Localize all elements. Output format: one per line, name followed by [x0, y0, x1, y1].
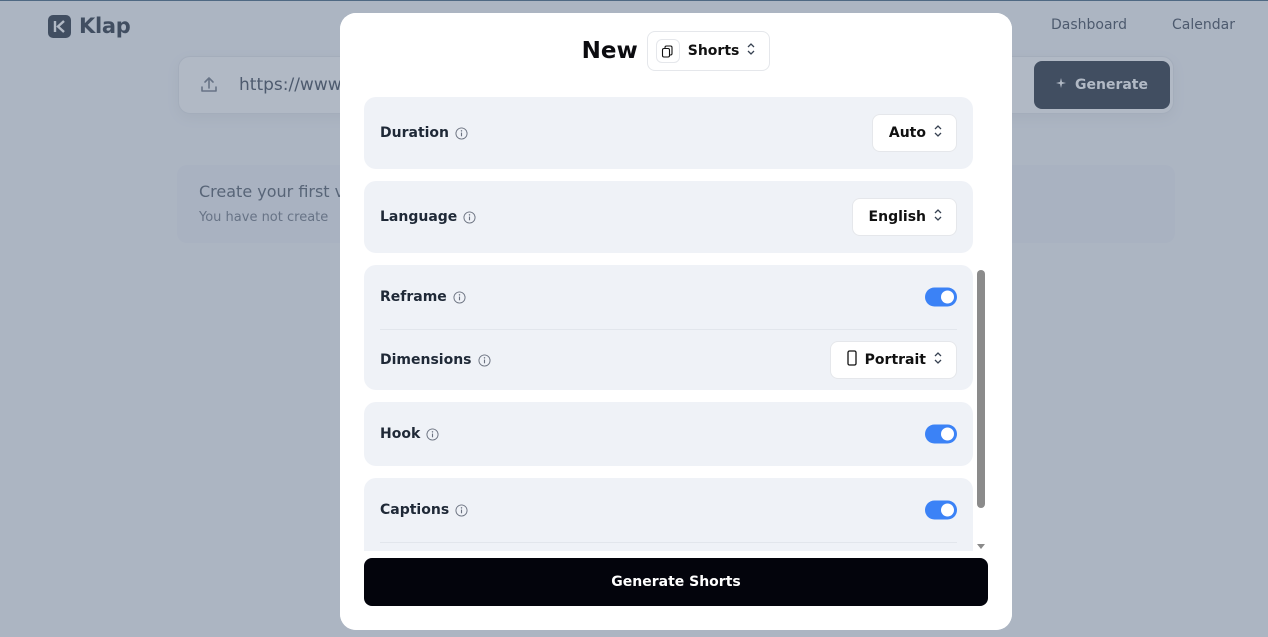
duration-value: Auto	[888, 125, 926, 141]
content-type-select[interactable]: Shorts	[646, 31, 771, 71]
info-icon[interactable]	[463, 210, 476, 224]
dimensions-row: Dimensions Portrait	[364, 330, 973, 390]
info-icon[interactable]	[455, 503, 468, 517]
captions-label: Captions	[380, 502, 450, 518]
language-label: Language	[380, 209, 458, 225]
duration-row: Duration Auto	[364, 101, 973, 165]
language-value: English	[868, 209, 926, 225]
hook-toggle[interactable]	[925, 424, 957, 444]
scrollbar-thumb[interactable]	[977, 270, 985, 508]
new-project-modal: Duration Auto Language English Reframe D…	[340, 13, 1012, 630]
dimensions-label-group: Dimensions	[380, 352, 491, 368]
info-icon[interactable]	[453, 290, 466, 304]
reframe-label: Reframe	[380, 289, 447, 305]
chevron-up-down-icon	[934, 352, 942, 368]
hook-label: Hook	[380, 426, 421, 442]
captions-row: Captions	[364, 478, 973, 542]
duration-label: Duration	[380, 125, 450, 141]
info-icon[interactable]	[455, 126, 468, 140]
scroll-down-arrow-icon[interactable]	[977, 544, 985, 549]
duration-select[interactable]: Auto	[871, 114, 957, 152]
settings-scroll-area[interactable]: Duration Auto Language English Reframe D…	[340, 13, 1012, 630]
info-icon[interactable]	[477, 353, 491, 367]
modal-title: New	[581, 38, 638, 64]
captions-toggle[interactable]	[925, 500, 957, 520]
language-select[interactable]: English	[851, 198, 957, 236]
hook-row: Hook	[364, 402, 973, 466]
dimensions-value: Portrait	[864, 352, 926, 368]
hook-section: Hook	[364, 402, 973, 466]
language-section: Language English	[364, 181, 973, 253]
info-icon[interactable]	[426, 427, 439, 441]
modal-header: New Shorts	[340, 13, 1012, 89]
content-type-value: Shorts	[687, 43, 740, 59]
toggle-knob	[941, 503, 954, 517]
chevron-up-down-icon	[934, 209, 942, 225]
chevron-up-down-icon	[747, 43, 755, 59]
generate-shorts-button[interactable]: Generate Shorts	[364, 558, 988, 606]
portrait-icon	[847, 350, 857, 370]
hook-label-group: Hook	[380, 426, 439, 442]
language-label-group: Language	[380, 209, 476, 225]
language-row: Language English	[364, 185, 973, 249]
duration-label-group: Duration	[380, 125, 468, 141]
toggle-knob	[941, 427, 954, 441]
toggle-knob	[941, 290, 954, 304]
dimensions-label: Dimensions	[380, 352, 472, 368]
reframe-section: Reframe Dimensions Portrait	[364, 265, 973, 390]
generate-shorts-label: Generate Shorts	[611, 574, 741, 590]
reframe-row: Reframe	[364, 265, 973, 329]
captions-label-group: Captions	[380, 502, 468, 518]
divider	[380, 542, 957, 543]
dimensions-select[interactable]: Portrait	[829, 341, 957, 379]
reframe-toggle[interactable]	[925, 287, 957, 307]
chevron-up-down-icon	[934, 125, 942, 141]
copy-clips-icon	[655, 39, 680, 63]
reframe-label-group: Reframe	[380, 289, 466, 305]
duration-section: Duration Auto	[364, 97, 973, 169]
scrollbar[interactable]	[974, 43, 988, 551]
